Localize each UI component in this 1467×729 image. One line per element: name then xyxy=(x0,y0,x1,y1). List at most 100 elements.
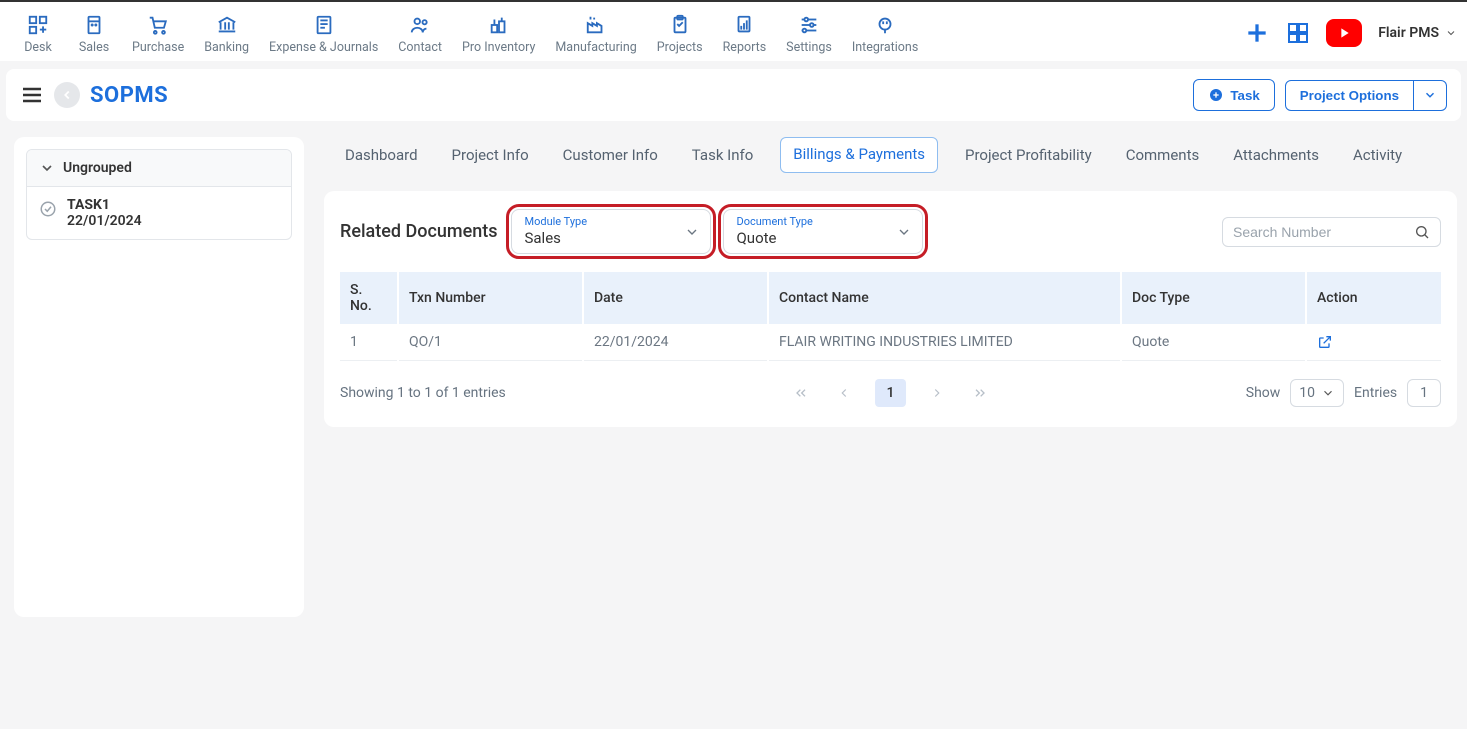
entries-label: Entries xyxy=(1354,385,1397,401)
cell-doctype: Quote xyxy=(1121,324,1306,361)
nav-item-reports[interactable]: Reports xyxy=(713,10,777,55)
search-box[interactable] xyxy=(1222,217,1441,247)
card-top-row: Related Documents Module Type Sales Docu… xyxy=(340,209,1441,254)
th-action: Action xyxy=(1306,272,1441,324)
document-type-select[interactable]: Document Type Quote xyxy=(723,209,923,254)
card-title: Related Documents xyxy=(340,221,497,242)
menu-toggle[interactable] xyxy=(20,83,44,107)
total-count: 1 xyxy=(1407,379,1441,407)
dashboard-icon xyxy=(27,14,49,36)
sidebar-item-task[interactable]: TASK1 22/01/2024 xyxy=(27,187,291,239)
tabs: Dashboard Project Info Customer Info Tas… xyxy=(324,137,1457,179)
project-options-label: Project Options xyxy=(1300,88,1399,103)
page-first[interactable] xyxy=(789,381,813,405)
tab-dashboard[interactable]: Dashboard xyxy=(338,137,425,173)
cell-sno: 1 xyxy=(340,324,398,361)
back-button[interactable] xyxy=(54,82,80,108)
document-type-value: Quote xyxy=(736,229,886,247)
nav-label: Desk xyxy=(24,40,52,55)
page-last[interactable] xyxy=(968,381,992,405)
open-document-link[interactable] xyxy=(1317,334,1431,350)
nav-label: Purchase xyxy=(132,40,184,55)
tab-customerinfo[interactable]: Customer Info xyxy=(556,137,665,173)
header-actions: Task Project Options xyxy=(1193,79,1447,111)
nav-item-projects[interactable]: Projects xyxy=(647,10,713,55)
nav-label: Banking xyxy=(204,40,249,55)
nav-items: Desk Sales Purchase Banking Expense & Jo xyxy=(10,10,928,55)
th-sno: S. No. xyxy=(340,272,398,324)
chevron-down-icon xyxy=(1445,27,1457,39)
task-button[interactable]: Task xyxy=(1193,79,1274,111)
youtube-button[interactable] xyxy=(1326,19,1362,47)
pager: 1 xyxy=(789,379,993,407)
factory-icon xyxy=(585,14,607,36)
nav-label: Expense & Journals xyxy=(269,40,378,55)
document-type-label: Document Type xyxy=(736,216,886,227)
inventory-icon xyxy=(488,14,510,36)
nav-item-sales[interactable]: Sales xyxy=(66,10,122,55)
nav-item-expense[interactable]: Expense & Journals xyxy=(259,10,388,55)
nav-label: Pro Inventory xyxy=(462,40,535,55)
main-layout: Ungrouped TASK1 22/01/2024 Dashboard Pro… xyxy=(0,121,1467,637)
bank-icon xyxy=(216,14,238,36)
sidebar: Ungrouped TASK1 22/01/2024 xyxy=(14,137,304,617)
nav-item-proinventory[interactable]: Pro Inventory xyxy=(452,10,545,55)
tab-comments[interactable]: Comments xyxy=(1119,137,1207,173)
chevron-down-icon xyxy=(39,160,55,176)
journal-icon xyxy=(313,14,335,36)
search-input[interactable] xyxy=(1233,224,1414,240)
search-icon xyxy=(1414,224,1430,240)
cart-icon xyxy=(147,14,169,36)
nav-right: Flair PMS xyxy=(1244,19,1457,47)
project-options-dropdown[interactable] xyxy=(1414,80,1447,111)
table-row: 1 QO/1 22/01/2024 FLAIR WRITING INDUSTRI… xyxy=(340,324,1441,361)
contacts-icon xyxy=(409,14,431,36)
nav-label: Projects xyxy=(657,40,703,55)
related-documents-card: Related Documents Module Type Sales Docu… xyxy=(324,191,1457,427)
sliders-icon xyxy=(798,14,820,36)
tab-projectinfo[interactable]: Project Info xyxy=(445,137,536,173)
apps-grid-icon[interactable] xyxy=(1286,21,1310,45)
tab-profitability[interactable]: Project Profitability xyxy=(958,137,1099,173)
nav-label: Contact xyxy=(398,40,442,55)
sidebar-group-header[interactable]: Ungrouped xyxy=(27,150,291,187)
nav-item-contact[interactable]: Contact xyxy=(388,10,452,55)
chevron-down-icon xyxy=(896,224,912,240)
nav-item-settings[interactable]: Settings xyxy=(776,10,842,55)
page-size-value: 10 xyxy=(1299,385,1315,401)
page-prev[interactable] xyxy=(833,382,855,404)
tab-taskinfo[interactable]: Task Info xyxy=(685,137,760,173)
chevron-down-icon xyxy=(1423,88,1437,102)
nav-item-desk[interactable]: Desk xyxy=(10,10,66,55)
pagination-row: Showing 1 to 1 of 1 entries 1 xyxy=(340,379,1441,407)
tab-billings-payments[interactable]: Billings & Payments xyxy=(780,137,938,173)
documents-table: S. No. Txn Number Date Contact Name Doc … xyxy=(340,272,1441,361)
cell-action xyxy=(1306,324,1441,361)
nav-label: Settings xyxy=(786,40,832,55)
show-label: Show xyxy=(1246,385,1281,401)
sidebar-item-date: 22/01/2024 xyxy=(67,213,142,229)
nav-label: Integrations xyxy=(852,40,918,55)
nav-item-banking[interactable]: Banking xyxy=(194,10,259,55)
clipboard-icon xyxy=(669,14,691,36)
plus-circle-icon xyxy=(1208,87,1224,103)
page-size-select[interactable]: 10 xyxy=(1290,379,1344,407)
page-current[interactable]: 1 xyxy=(875,379,907,407)
th-txn: Txn Number xyxy=(398,272,583,324)
project-options-button[interactable]: Project Options xyxy=(1285,80,1414,111)
page-next[interactable] xyxy=(926,382,948,404)
page-header: SOPMS Task Project Options xyxy=(6,69,1461,121)
account-menu[interactable]: Flair PMS xyxy=(1378,25,1457,41)
quick-add-button[interactable] xyxy=(1244,20,1270,46)
module-type-select[interactable]: Module Type Sales xyxy=(511,209,711,254)
page-title: SOPMS xyxy=(90,83,168,108)
nav-item-manufacturing[interactable]: Manufacturing xyxy=(545,10,646,55)
sidebar-group: Ungrouped TASK1 22/01/2024 xyxy=(26,149,292,240)
cell-date: 22/01/2024 xyxy=(583,324,768,361)
tab-activity[interactable]: Activity xyxy=(1346,137,1409,173)
nav-item-purchase[interactable]: Purchase xyxy=(122,10,194,55)
sidebar-item-title: TASK1 xyxy=(67,197,142,213)
project-options-group: Project Options xyxy=(1285,80,1447,111)
tab-attachments[interactable]: Attachments xyxy=(1226,137,1326,173)
nav-item-integrations[interactable]: Integrations xyxy=(842,10,928,55)
